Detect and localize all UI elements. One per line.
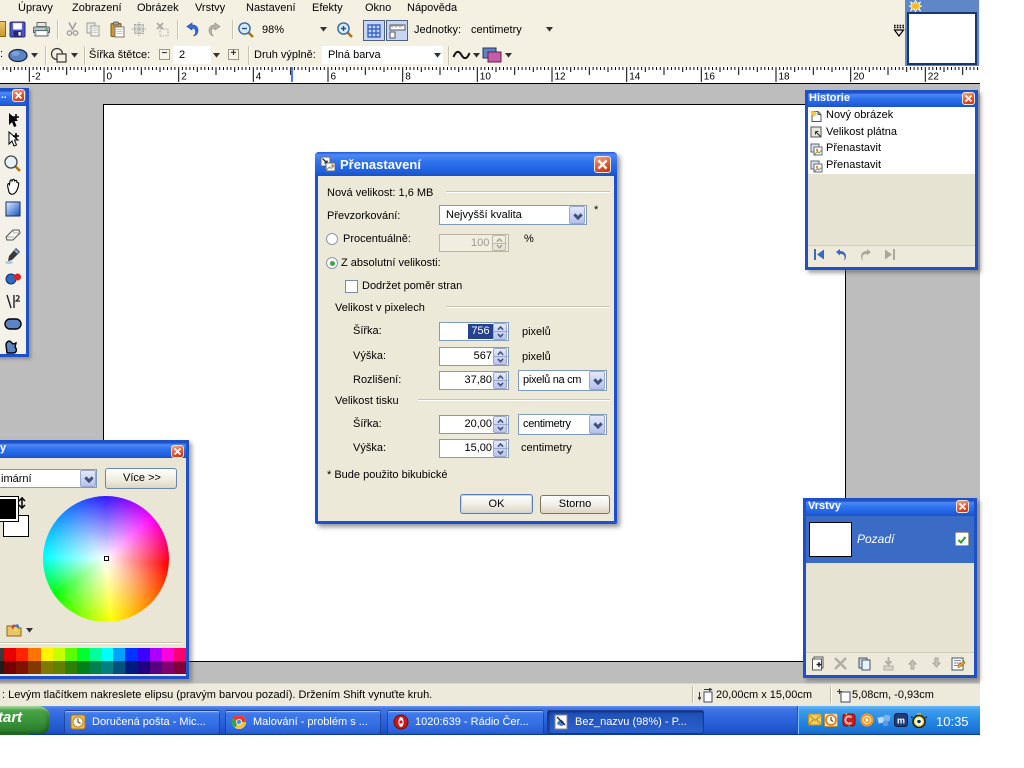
svg-text:-2: -2 <box>32 72 41 83</box>
svg-text:18: 18 <box>779 72 791 83</box>
svg-text:m: m <box>897 716 905 726</box>
svg-text:12: 12 <box>555 72 567 83</box>
svg-text:22: 22 <box>928 72 940 83</box>
svg-text:6: 6 <box>331 72 337 83</box>
svg-text:2: 2 <box>181 72 187 83</box>
svg-text:14: 14 <box>629 72 641 83</box>
svg-text:10: 10 <box>480 72 492 83</box>
svg-text:0: 0 <box>107 72 113 83</box>
svg-text:20: 20 <box>853 72 865 83</box>
svg-text:8: 8 <box>405 72 411 83</box>
svg-text:16: 16 <box>704 72 716 83</box>
svg-text:4: 4 <box>256 72 262 83</box>
